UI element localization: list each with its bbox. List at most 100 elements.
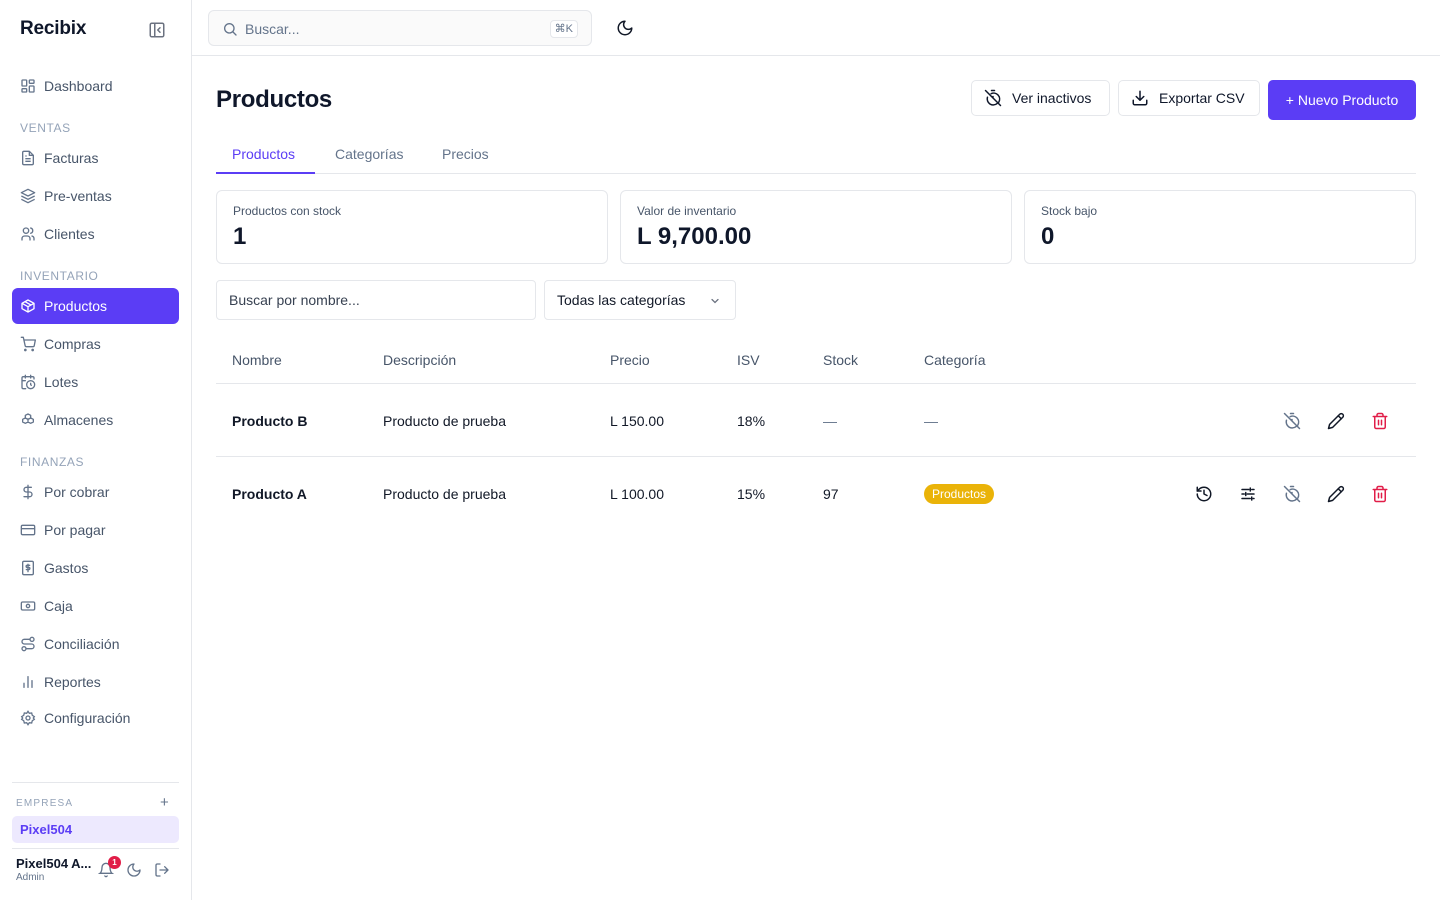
category-select[interactable]: Todas las categorías <box>544 280 736 320</box>
adjust-stock-icon[interactable] <box>1239 485 1257 503</box>
column-header-descripcion[interactable]: Descripción <box>383 352 456 368</box>
chevron-down-icon <box>709 295 721 307</box>
sidebar-item-label: Compras <box>44 336 101 352</box>
sidebar-item-label: Configuración <box>44 710 131 726</box>
cell-name: Producto A <box>232 486 307 502</box>
sidebar-item-almacenes[interactable]: Almacenes <box>12 402 179 438</box>
sidebar-item-por-pagar[interactable]: Por pagar <box>12 512 179 548</box>
credit-card-icon <box>20 522 36 538</box>
sidebar-collapse-icon[interactable] <box>148 21 166 39</box>
tab-categorias[interactable]: Categorías <box>335 146 403 162</box>
trash-icon[interactable] <box>1371 485 1389 503</box>
sidebar-item-label: Por cobrar <box>44 484 110 500</box>
column-header-isv[interactable]: ISV <box>737 352 760 368</box>
tab-precios[interactable]: Precios <box>442 146 489 162</box>
sidebar-item-dashboard[interactable]: Dashboard <box>12 68 179 104</box>
new-product-button[interactable]: + Nuevo Producto <box>1268 80 1416 120</box>
category-badge: Productos <box>924 484 995 504</box>
stat-value: 0 <box>1041 223 1055 250</box>
cell-isv: 15% <box>737 486 766 502</box>
stat-card-low-stock: Stock bajo 0 <box>1024 190 1416 264</box>
calendar-clock-icon <box>20 374 36 390</box>
moon-icon[interactable] <box>616 19 634 37</box>
sidebar-item-conciliacion[interactable]: Conciliación <box>12 626 179 662</box>
receipt-icon <box>20 560 36 576</box>
sidebar-item-label: Clientes <box>44 226 95 242</box>
column-header-categoria[interactable]: Categoría <box>924 352 985 368</box>
user-name: Pixel504 A... <box>16 856 92 871</box>
deactivate-icon[interactable] <box>1283 485 1301 503</box>
column-header-precio[interactable]: Precio <box>610 352 650 368</box>
user-role: Admin <box>16 872 45 883</box>
stat-card-inventory-value: Valor de inventario L 9,700.00 <box>620 190 1012 264</box>
sidebar-item-label: Conciliación <box>44 636 120 652</box>
sidebar-item-label: Caja <box>44 598 73 614</box>
category-select-value: Todas las categorías <box>557 292 686 308</box>
deactivate-icon[interactable] <box>1283 412 1301 430</box>
row-divider <box>216 456 1416 457</box>
cell-price: L 100.00 <box>610 486 664 502</box>
section-label-ventas: VENTAS <box>20 121 71 135</box>
cart-icon <box>20 336 36 352</box>
sidebar-divider <box>12 848 179 849</box>
history-icon[interactable] <box>1195 485 1213 503</box>
section-label-inventario: INVENTARIO <box>20 269 99 283</box>
cell-name: Producto B <box>232 413 308 429</box>
cell-stock: 97 <box>823 486 839 502</box>
column-header-stock[interactable]: Stock <box>823 352 858 368</box>
moon-icon[interactable] <box>126 862 142 878</box>
cell-description: Producto de prueba <box>383 413 506 429</box>
brand-logo: Recibix <box>20 18 87 39</box>
tabs-divider <box>216 173 1416 174</box>
timer-off-icon <box>984 89 1002 107</box>
sidebar-item-compras[interactable]: Compras <box>12 326 179 362</box>
sidebar-item-productos[interactable]: Productos <box>12 288 179 324</box>
dashboard-icon <box>20 78 36 94</box>
cell-stock: — <box>823 413 837 429</box>
cell-category: — <box>924 413 938 429</box>
file-text-icon <box>20 150 36 166</box>
sidebar-item-label: Facturas <box>44 150 99 166</box>
cell-isv: 18% <box>737 413 766 429</box>
sidebar-item-facturas[interactable]: Facturas <box>12 140 179 176</box>
export-csv-button[interactable]: Exportar CSV <box>1118 80 1260 116</box>
sidebar-item-clientes[interactable]: Clientes <box>12 216 179 252</box>
sidebar-item-pre-ventas[interactable]: Pre-ventas <box>12 178 179 214</box>
trash-icon[interactable] <box>1371 412 1389 430</box>
cell-description: Producto de prueba <box>383 486 506 502</box>
dollar-icon <box>20 484 36 500</box>
column-header-nombre[interactable]: Nombre <box>232 352 282 368</box>
product-search-input[interactable] <box>216 280 536 320</box>
empresa-label: EMPRESA <box>16 798 74 809</box>
view-inactive-button[interactable]: Ver inactivos <box>971 80 1110 116</box>
edit-icon[interactable] <box>1327 412 1345 430</box>
page-title: Productos <box>216 86 332 113</box>
table-header-divider <box>216 383 1416 384</box>
sidebar-item-lotes[interactable]: Lotes <box>12 364 179 400</box>
tab-productos[interactable]: Productos <box>232 146 295 162</box>
active-tab-indicator <box>216 172 315 174</box>
search-input[interactable] <box>245 19 545 39</box>
sidebar-item-por-cobrar[interactable]: Por cobrar <box>12 474 179 510</box>
sidebar-item-label: Gastos <box>44 560 89 576</box>
sidebar-item-configuracion[interactable]: Configuración <box>12 700 179 736</box>
stat-label: Valor de inventario <box>637 204 737 218</box>
sidebar-item-gastos[interactable]: Gastos <box>12 550 179 586</box>
empresa-selector[interactable]: Pixel504 <box>12 816 179 843</box>
stat-label: Stock bajo <box>1041 204 1098 218</box>
sidebar-item-label: Pre-ventas <box>44 188 112 204</box>
stat-value: 1 <box>233 223 247 250</box>
cell-price: L 150.00 <box>610 413 664 429</box>
edit-icon[interactable] <box>1327 485 1345 503</box>
notification-badge: 1 <box>108 856 121 869</box>
sidebar-item-reportes[interactable]: Reportes <box>12 664 179 700</box>
sidebar-item-label: Dashboard <box>44 78 113 94</box>
bar-chart-icon <box>20 674 36 690</box>
add-empresa-button[interactable]: + <box>160 795 169 811</box>
logout-icon[interactable] <box>154 862 170 878</box>
shortcut-hint: ⌘K <box>549 20 578 38</box>
global-search[interactable]: ⌘K <box>208 10 592 46</box>
section-label-finanzas: FINANZAS <box>20 455 85 469</box>
sidebar-item-caja[interactable]: Caja <box>12 588 179 624</box>
stat-value: L 9,700.00 <box>637 223 752 250</box>
